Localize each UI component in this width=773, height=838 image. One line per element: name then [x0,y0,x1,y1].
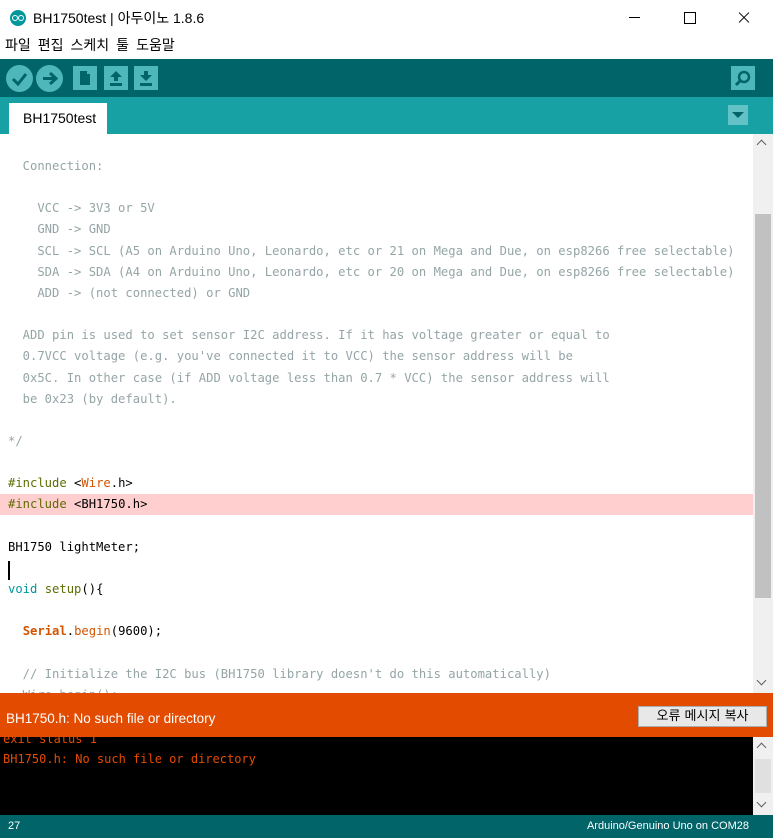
code-line[interactable]: ADD -> (not connected) or GND [0,283,753,304]
code-line[interactable]: #include <BH1750.h> [0,494,753,516]
code-line[interactable]: ADD pin is used to set sensor I2C addres… [0,325,753,346]
code-line[interactable]: BH1750 lightMeter; [0,537,753,558]
code-line[interactable]: SCL -> SCL (A5 on Arduino Uno, Leonardo,… [0,241,753,262]
bottom-status-bar: 27 Arduino/Genuino Uno on COM28 [0,815,773,838]
console-line: BH1750.h: No such file or directory [3,752,256,766]
code-editor[interactable]: Connection: VCC -> 3V3 or 5V GND -> GND … [0,134,753,693]
menu-file[interactable]: 파일 [5,35,31,59]
copy-error-button[interactable]: 오류 메시지 복사 [638,706,767,727]
upload-button[interactable] [36,65,63,92]
console-scrollbar[interactable] [753,737,773,815]
error-status-bar: BH1750.h: No such file or directory 오류 메… [0,699,773,737]
code-line[interactable]: be 0x23 (by default). [0,389,753,410]
editor-scroll-thumb[interactable] [755,214,771,598]
console-scroll-thumb[interactable] [755,759,771,793]
menu-help[interactable]: 도움말 [136,35,175,59]
tab-menu-dropdown-icon[interactable] [728,105,748,125]
code-line[interactable]: 0x5C. In other case (if ADD voltage less… [0,368,753,389]
board-info: Arduino/Genuino Uno on COM28 [586,820,749,832]
error-message: BH1750.h: No such file or directory [6,711,216,726]
code-line[interactable] [0,452,753,473]
line-number: 27 [8,820,21,832]
code-line[interactable]: Wire.begin(); [0,685,753,693]
code-line[interactable]: SDA -> SDA (A4 on Arduino Uno, Leonardo,… [0,262,753,283]
code-line[interactable]: Connection: [0,156,753,177]
menu-edit[interactable]: 편집 [38,35,64,59]
code-line[interactable]: void setup(){ [0,579,753,600]
minimize-button[interactable] [611,0,657,35]
menu-tools[interactable]: 툴 [116,35,129,59]
magnifier-icon [734,70,751,87]
title-bar: BH1750test | 아두이노 1.8.6 [0,0,773,35]
save-down-arrow-icon [140,71,152,86]
scroll-up-icon[interactable] [758,742,768,752]
code-line[interactable] [0,177,753,198]
verify-button[interactable] [6,65,33,92]
code-line[interactable] [0,304,753,325]
editor-scrollbar[interactable] [753,134,773,693]
code-line[interactable]: GND -> GND [0,219,753,240]
code-line[interactable]: VCC -> 3V3 or 5V [0,198,753,219]
new-file-icon [80,71,90,85]
scroll-down-icon[interactable] [758,800,768,810]
scroll-down-icon[interactable] [758,678,768,688]
window-title: BH1750test | 아두이노 1.8.6 [33,10,205,26]
maximize-button[interactable] [666,0,712,35]
code-line[interactable]: */ [0,431,753,452]
code-line[interactable] [0,516,753,537]
code-line[interactable]: // Initialize the I2C bus (BH1750 librar… [0,664,753,685]
code-line[interactable] [0,600,753,621]
code-line[interactable] [0,642,753,663]
serial-monitor-button[interactable] [731,66,755,90]
arrow-right-icon [43,71,59,86]
close-button[interactable] [720,0,766,35]
toolbar [0,59,773,97]
menu-bar: 파일 편집 스케치 툴 도움말 [0,35,773,59]
console-output: exit status 1 BH1750.h: No such file or … [0,737,753,815]
code-line[interactable]: #include <Wire.h> [0,473,753,494]
code-line[interactable]: Serial.begin(9600); [0,621,753,642]
open-up-arrow-icon [110,71,122,86]
tab-bh1750test[interactable]: BH1750test [9,103,107,134]
code-line[interactable] [0,410,753,431]
code-line[interactable] [0,558,753,579]
open-sketch-button[interactable] [104,66,128,90]
scroll-up-icon[interactable] [758,139,768,149]
arduino-logo-icon [10,10,26,26]
new-sketch-button[interactable] [73,66,97,90]
menu-sketch[interactable]: 스케치 [71,35,110,59]
save-sketch-button[interactable] [134,66,158,90]
tab-strip: BH1750test [0,97,773,134]
console-line: exit status 1 [3,737,97,746]
code-line[interactable]: 0.7VCC voltage (e.g. you've connected it… [0,346,753,367]
check-icon [11,73,28,87]
